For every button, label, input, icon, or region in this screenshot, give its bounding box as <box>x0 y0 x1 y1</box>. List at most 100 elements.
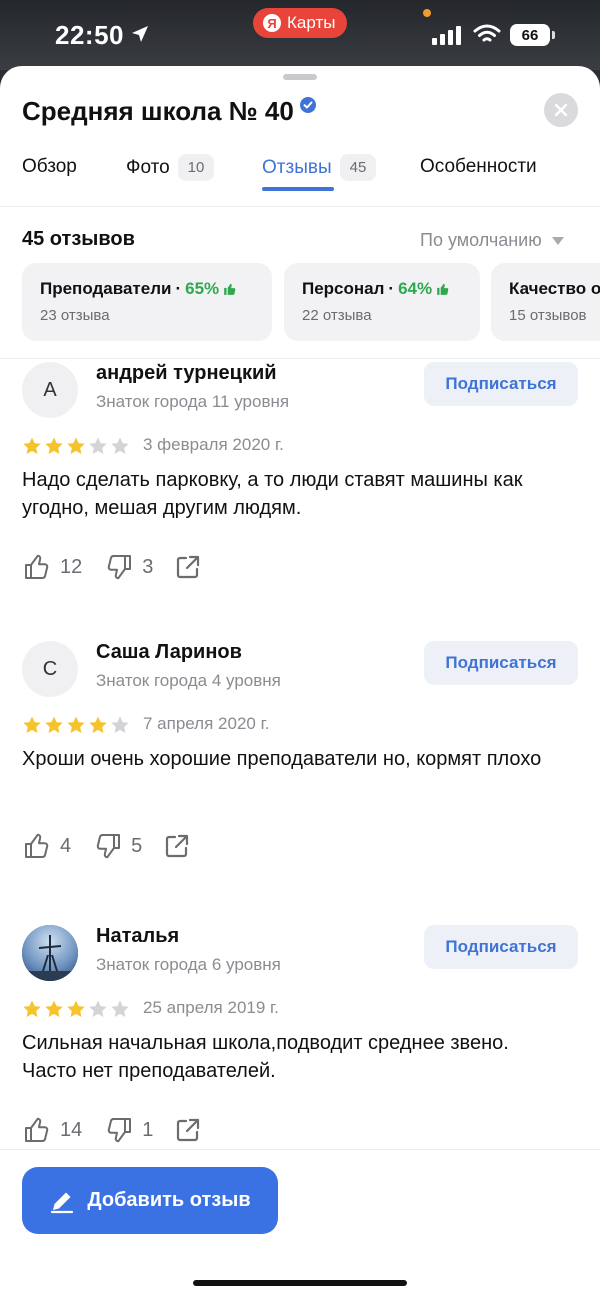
review-card: Наталья Знаток города 6 уровня Подписать… <box>0 925 600 1185</box>
dislike-button[interactable]: 1 <box>104 1115 153 1145</box>
reviewer-level: Знаток города 11 уровня <box>96 392 290 411</box>
star-filled-icon <box>23 437 41 454</box>
like-button[interactable]: 14 <box>22 1115 82 1145</box>
sheet-grabber[interactable] <box>283 74 317 80</box>
thumbs-down-icon <box>108 555 132 580</box>
chip-title-text: Преподаватели <box>40 279 172 298</box>
tab-label: Фото <box>126 156 170 178</box>
status-bar: 22:50 Я Карты 66 <box>0 0 600 70</box>
add-review-label: Добавить отзыв <box>87 1189 251 1211</box>
battery-tip <box>552 31 555 39</box>
share-button[interactable] <box>164 833 190 859</box>
review-card: С Саша Ларинов Знаток города 4 уровня По… <box>0 641 600 901</box>
tab-count-badge: 45 <box>339 154 377 181</box>
star-empty-icon <box>111 437 129 454</box>
reviewer-level: Знаток города 4 уровня <box>96 671 281 690</box>
like-button[interactable]: 12 <box>22 552 82 582</box>
review-text: Хроши очень хорошие преподаватели но, ко… <box>22 748 542 770</box>
chip-percent: 65% <box>185 279 220 298</box>
chip-subtitle: 23 отзыва <box>40 307 110 324</box>
reviewer-level: Знаток города 6 уровня <box>96 955 281 974</box>
share-button[interactable] <box>175 554 201 580</box>
subscribe-button[interactable]: Подписаться <box>424 362 578 406</box>
verified-badge-icon <box>299 96 316 113</box>
place-card-sheet: Средняя школа № 40 Обзор Фото 10 Отзывы … <box>0 66 600 1297</box>
wifi-icon <box>473 24 501 42</box>
tab-label: Обзор <box>22 156 77 177</box>
chip-title-text: Персонал <box>302 279 385 298</box>
avatar[interactable] <box>22 925 78 981</box>
chip-subtitle: 22 отзыва <box>302 307 372 324</box>
chip-title: Персонал · 64% <box>302 279 462 299</box>
chip-separator: · <box>388 279 395 298</box>
like-count: 4 <box>60 834 72 857</box>
dislike-count: 5 <box>131 834 143 857</box>
privacy-indicator-dot <box>423 9 431 17</box>
close-button[interactable] <box>544 93 578 127</box>
tab-label: Особенности <box>420 156 537 177</box>
review-actions: 4 5 <box>22 831 212 861</box>
star-filled-icon <box>67 1000 85 1017</box>
star-empty-icon <box>89 437 107 454</box>
like-count: 12 <box>60 555 83 578</box>
star-filled-icon <box>45 437 63 454</box>
share-icon <box>177 555 200 579</box>
chip-percent: 64% <box>398 279 433 298</box>
star-filled-icon <box>45 1000 63 1017</box>
tab-features[interactable]: Особенности <box>420 156 537 178</box>
aspect-chip-staff[interactable]: Персонал · 64% 22 отзыва <box>284 263 480 341</box>
review-text: Надо сделать парковку, а то люди ставят … <box>22 469 523 519</box>
tab-overview[interactable]: Обзор <box>22 156 77 178</box>
aspect-chips: Преподаватели · 65% 23 отзыва Персонал ·… <box>22 263 600 341</box>
chevron-down-icon <box>551 236 564 245</box>
subscribe-button[interactable]: Подписаться <box>424 925 578 969</box>
dislike-button[interactable]: 5 <box>93 831 142 861</box>
app-indicator-pill[interactable]: Я Карты <box>253 8 348 38</box>
sort-label: По умолчанию <box>420 230 542 250</box>
thumbs-up-icon <box>25 833 49 858</box>
share-button[interactable] <box>175 1117 201 1143</box>
review-date: 3 февраля 2020 г. <box>143 435 284 454</box>
tab-photos[interactable]: Фото 10 <box>126 154 215 181</box>
star-filled-icon <box>23 716 41 733</box>
avatar[interactable]: С <box>22 641 78 697</box>
dislike-button[interactable]: 3 <box>104 552 153 582</box>
yandex-logo-icon: Я <box>263 14 281 32</box>
star-empty-icon <box>89 1000 107 1017</box>
star-rating <box>22 999 130 1019</box>
divider <box>0 358 600 359</box>
reviewer-name[interactable]: Саша Ларинов <box>96 641 242 664</box>
thumbs-up-icon <box>224 283 236 295</box>
star-empty-icon <box>111 716 129 733</box>
thumbs-up-icon <box>25 1117 49 1142</box>
chip-separator: · <box>175 279 182 298</box>
thumbs-up-icon <box>437 283 449 295</box>
chip-subtitle: 15 отзывов <box>509 307 587 324</box>
avatar[interactable]: А <box>22 362 78 418</box>
tab-count-badge: 10 <box>177 154 215 181</box>
dislike-count: 3 <box>142 555 154 578</box>
aspect-chip-quality[interactable]: Качество о 15 отзывов <box>491 263 600 341</box>
subscribe-button[interactable]: Подписаться <box>424 641 578 685</box>
active-tab-indicator <box>262 187 334 191</box>
pencil-icon <box>51 1192 74 1213</box>
tab-reviews[interactable]: Отзывы 45 <box>262 154 377 181</box>
aspect-chip-teachers[interactable]: Преподаватели · 65% 23 отзыва <box>22 263 272 341</box>
reviewer-name[interactable]: андрей турнецкий <box>96 362 277 385</box>
star-filled-icon <box>89 716 107 733</box>
sort-dropdown[interactable]: По умолчанию <box>420 230 564 251</box>
avatar-photo <box>22 925 78 981</box>
star-filled-icon <box>23 1000 41 1017</box>
add-review-button[interactable]: Добавить отзыв <box>22 1167 278 1234</box>
review-card: А андрей турнецкий Знаток города 11 уров… <box>0 362 600 622</box>
dislike-count: 1 <box>142 1118 154 1141</box>
home-indicator[interactable] <box>193 1280 407 1286</box>
review-actions: 14 1 <box>22 1115 223 1145</box>
chip-title: Качество о <box>509 279 600 299</box>
chip-title-text: Качество о <box>509 279 600 298</box>
chip-title: Преподаватели · 65% <box>40 279 254 299</box>
reviewer-name[interactable]: Наталья <box>96 925 179 948</box>
like-button[interactable]: 4 <box>22 831 71 861</box>
location-arrow-icon <box>132 26 148 42</box>
tab-bar: Обзор Фото 10 Отзывы 45 Особенности <box>0 150 600 207</box>
